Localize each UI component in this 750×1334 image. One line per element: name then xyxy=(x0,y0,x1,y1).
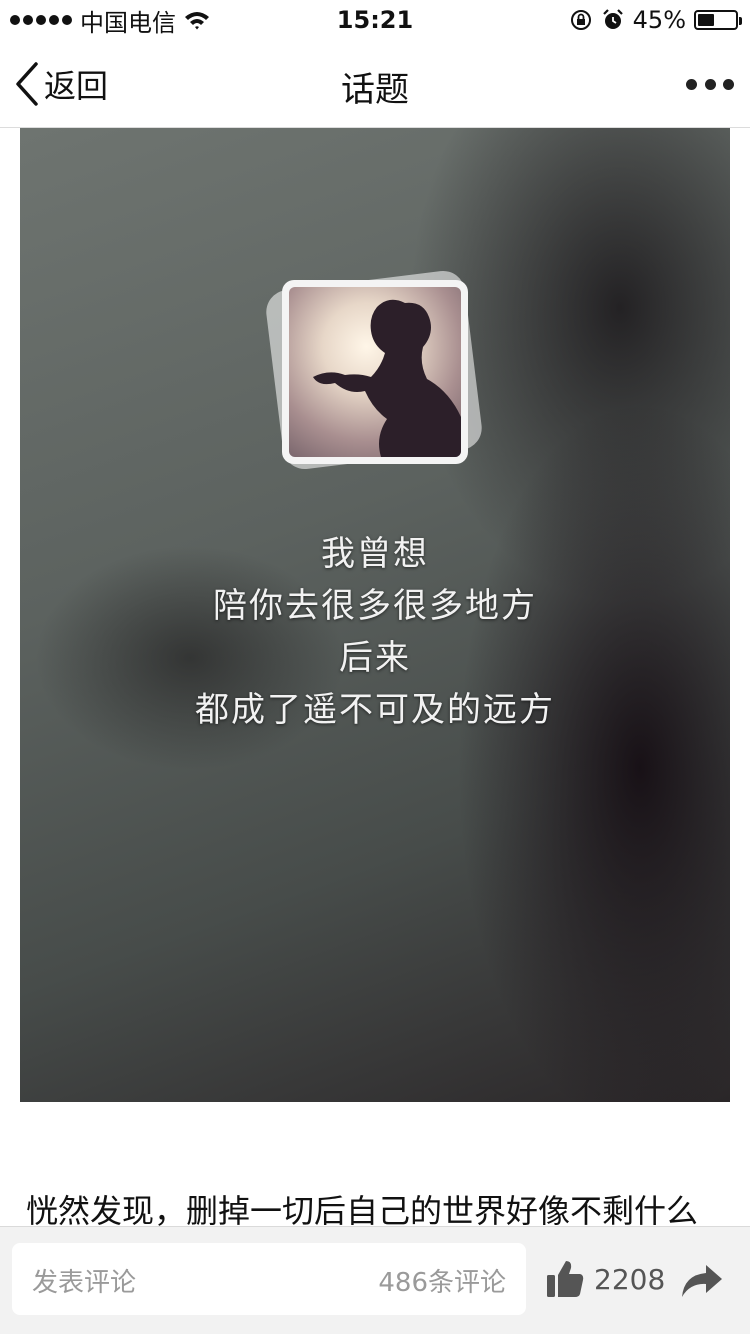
silhouette-photo xyxy=(289,287,461,457)
poem-line: 都成了遥不可及的远方 xyxy=(195,690,555,730)
post-image[interactable]: 我曾想 陪你去很多很多地方 后来 都成了遥不可及的远方 xyxy=(20,128,730,1102)
status-right: 45% xyxy=(569,6,742,34)
bottom-bar: 发表评论 486条评论 2208 xyxy=(0,1226,750,1334)
back-label: 返回 xyxy=(44,67,109,105)
more-dots-icon[interactable] xyxy=(686,70,734,98)
battery-percent: 45% xyxy=(632,6,686,34)
comment-count[interactable]: 486条评论 xyxy=(378,1262,506,1299)
poem-line: 陪你去很多很多地方 xyxy=(213,586,537,626)
battery-fill xyxy=(698,14,715,26)
alarm-icon xyxy=(602,9,623,29)
battery-icon xyxy=(694,10,742,30)
poem-line: 后来 xyxy=(339,638,411,678)
girl-silhouette-icon xyxy=(313,299,461,457)
page-title: 话题 xyxy=(341,70,409,110)
back-button[interactable]: 返回 xyxy=(14,60,108,108)
like-count: 2208 xyxy=(594,1262,666,1296)
share-arrow-icon[interactable] xyxy=(680,1261,724,1301)
nav-bar: 返回 话题 xyxy=(0,40,750,128)
comment-input[interactable]: 发表评论 486条评论 xyxy=(12,1243,526,1315)
thumbs-up-icon xyxy=(547,1261,584,1297)
status-bar: 中国电信 15:21 45% xyxy=(0,0,750,40)
image-poem: 我曾想 陪你去很多很多地方 后来 都成了遥不可及的远方 xyxy=(20,528,730,736)
chevron-left-icon xyxy=(16,62,38,106)
photo-frame xyxy=(282,280,468,464)
like-button[interactable]: 2208 xyxy=(546,1255,665,1303)
rotation-lock-icon xyxy=(570,10,591,30)
poem-line: 我曾想 xyxy=(321,534,429,574)
comment-placeholder: 发表评论 xyxy=(32,1268,137,1298)
